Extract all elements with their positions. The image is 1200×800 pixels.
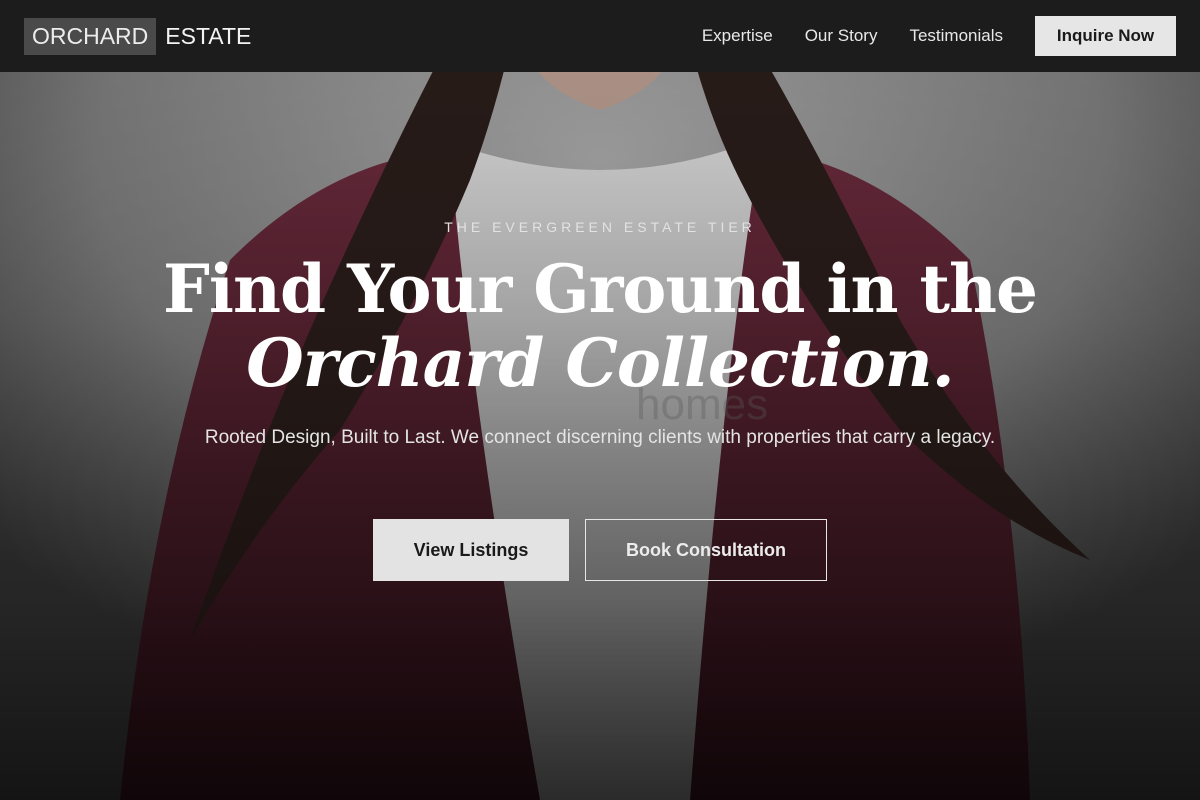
hero-subtitle: Rooted Design, Built to Last. We connect… <box>204 427 996 448</box>
brand-logo[interactable]: ORCHARD ESTATE <box>24 17 252 55</box>
book-consultation-button[interactable]: Book Consultation <box>585 519 827 581</box>
inquire-now-button[interactable]: Inquire Now <box>1035 16 1176 56</box>
hero-eyebrow: THE EVERGREEN ESTATE TIER <box>444 219 756 235</box>
hero-headline-line2: Orchard Collection. <box>246 324 955 402</box>
brand-name-part1: ORCHARD <box>24 17 157 55</box>
top-navigation-bar: ORCHARD ESTATE Expertise Our Story Testi… <box>0 0 1200 72</box>
nav-link-testimonials[interactable]: Testimonials <box>909 26 1003 46</box>
nav-link-expertise[interactable]: Expertise <box>702 26 773 46</box>
hero-headline: Find Your Ground in the Orchard Collecti… <box>0 252 1200 400</box>
brand-name-part2: ESTATE <box>165 22 252 49</box>
hero-headline-line1: Find Your Ground in the <box>163 250 1038 328</box>
main-nav: Expertise Our Story Testimonials Inquire… <box>702 16 1176 56</box>
view-listings-button[interactable]: View Listings <box>373 519 569 581</box>
hero-section: homes ORCHARD ESTATE Expertise Our Story… <box>0 0 1200 800</box>
nav-link-our-story[interactable]: Our Story <box>805 26 878 46</box>
hero-content: THE EVERGREEN ESTATE TIER Find Your Grou… <box>0 0 1200 800</box>
